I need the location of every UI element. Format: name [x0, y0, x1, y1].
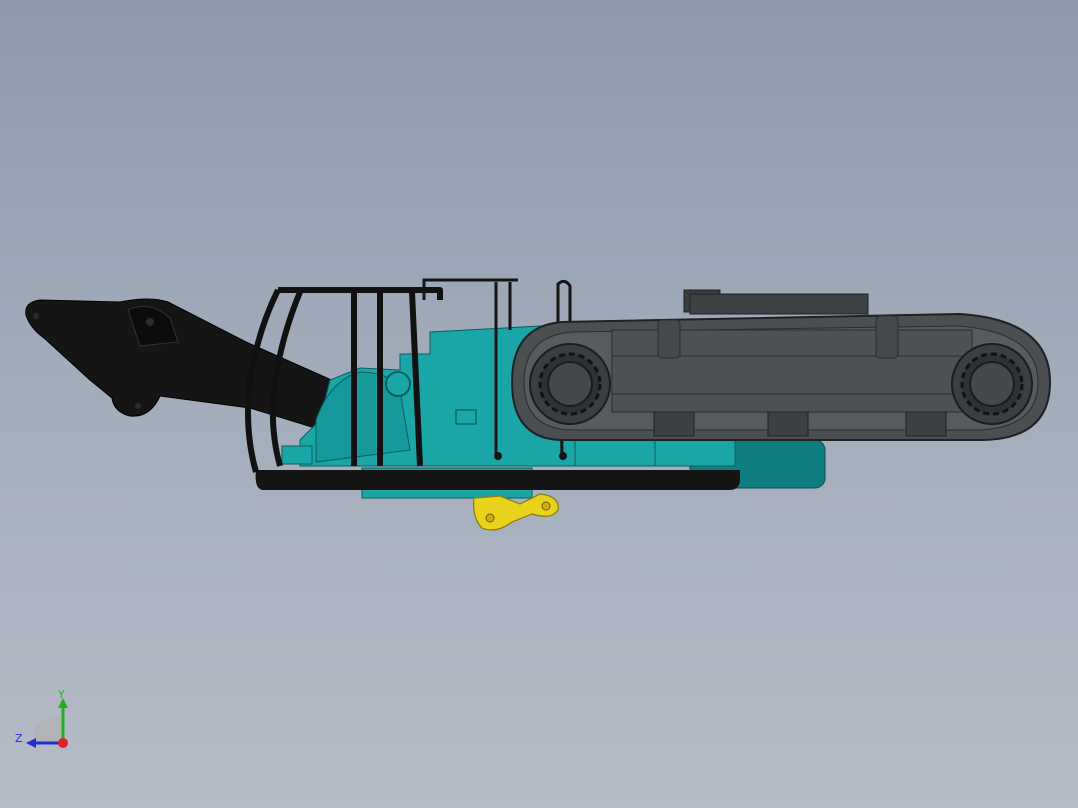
boom-pin: [135, 403, 141, 409]
y-axis-label: Y: [57, 688, 65, 701]
quick-coupler-hook[interactable]: [473, 493, 559, 531]
idler-wheel[interactable]: [951, 343, 1033, 425]
turntable[interactable]: [689, 293, 869, 315]
coordinate-triad: Y Z: [15, 688, 68, 748]
boom-pin: [146, 318, 154, 326]
side-step[interactable]: [281, 445, 313, 465]
z-axis-label: Z: [15, 732, 23, 745]
3d-viewport[interactable]: [0, 0, 1078, 808]
lower-frame[interactable]: [255, 470, 740, 490]
excavator-model[interactable]: [25, 278, 1052, 531]
triad-plane: [34, 715, 62, 742]
x-axis-dot: [58, 738, 68, 748]
track-roller: [653, 411, 695, 437]
hook-pin: [541, 501, 551, 511]
z-axis-arrow: [26, 738, 36, 748]
track-roller: [905, 411, 947, 437]
track-bracket: [657, 319, 681, 359]
rail-foot: [559, 452, 567, 460]
track-bracket: [875, 315, 899, 359]
track-roller: [767, 411, 809, 437]
boom-pivot: [385, 371, 411, 397]
boom-pin: [33, 313, 39, 319]
hook-pin: [485, 513, 495, 523]
drive-sprocket[interactable]: [529, 343, 611, 425]
rail-foot: [494, 452, 502, 460]
